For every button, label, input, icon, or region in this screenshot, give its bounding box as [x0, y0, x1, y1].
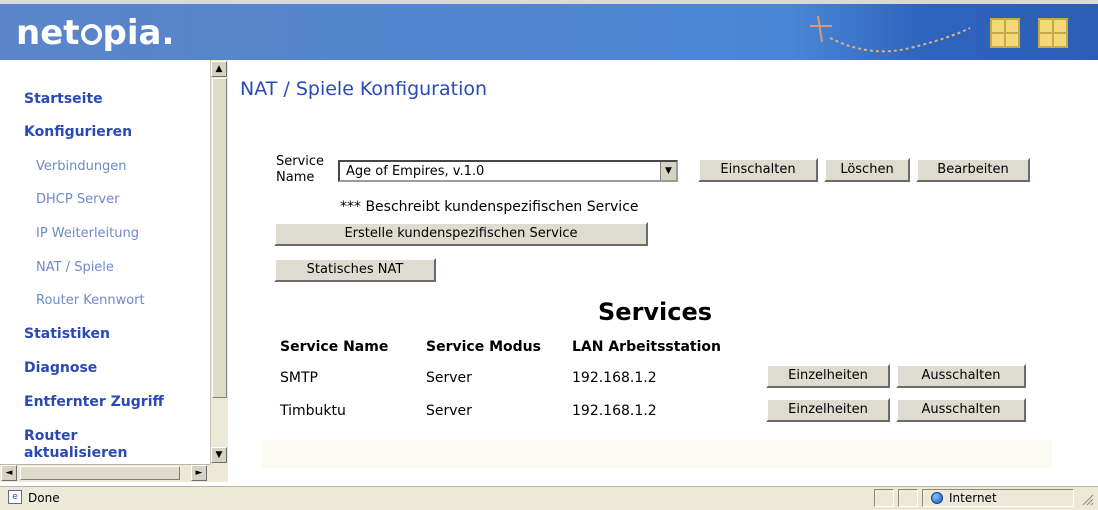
- window-icon: [990, 18, 1020, 48]
- scroll-up-icon[interactable]: ▲: [211, 61, 227, 77]
- scroll-down-icon[interactable]: ▼: [211, 447, 227, 463]
- status-text: Done: [28, 491, 60, 505]
- header-banner: net pia.: [0, 0, 1098, 60]
- sidebar-item-statistiken[interactable]: Statistiken: [24, 326, 110, 342]
- column-header-lan-station: LAN Arbeitsstation: [572, 339, 721, 355]
- lan-station-cell: 192.168.1.2: [572, 370, 657, 386]
- lan-station-cell: 192.168.1.2: [572, 403, 657, 419]
- service-name-select[interactable]: Age of Empires, v.1.0 ▼: [338, 160, 678, 182]
- page-done-icon: e: [8, 490, 22, 504]
- horizontal-scrollbar-thumb[interactable]: [20, 466, 180, 480]
- sidebar-item-startseite[interactable]: Startseite: [24, 91, 103, 107]
- sidebar-item-entfernter-zugriff[interactable]: Entfernter Zugriff: [24, 394, 164, 410]
- service-mode-cell: Server: [426, 403, 472, 419]
- sidebar-item-verbindungen[interactable]: Verbindungen: [36, 159, 127, 174]
- window-icon: [1038, 18, 1068, 48]
- enable-button[interactable]: Einschalten: [698, 158, 818, 182]
- disable-button[interactable]: Ausschalten: [896, 398, 1026, 422]
- status-cell: [874, 489, 894, 507]
- sidebar-item-label: Router: [24, 428, 78, 444]
- sidebar-item-router-aktualisieren[interactable]: Router aktualisieren: [24, 428, 127, 462]
- services-heading: Services: [598, 298, 713, 326]
- sidebar-item-label: aktualisieren: [24, 445, 128, 461]
- create-custom-service-button[interactable]: Erstelle kundenspezifischen Service: [274, 222, 648, 246]
- sidebar-item-nat-spiele[interactable]: NAT / Spiele: [36, 260, 114, 275]
- sidebar-item-diagnose[interactable]: Diagnose: [24, 360, 97, 376]
- page-title: NAT / Spiele Konfiguration: [240, 78, 488, 100]
- sidebar-item-konfigurieren[interactable]: Konfigurieren: [24, 124, 132, 140]
- column-header-service-mode: Service Modus: [426, 339, 541, 355]
- scrollbar-corner: [210, 464, 228, 482]
- sidebar-item-router-kennwort[interactable]: Router Kennwort: [36, 293, 145, 308]
- disable-button[interactable]: Ausschalten: [896, 364, 1026, 388]
- chevron-down-icon[interactable]: ▼: [660, 162, 676, 180]
- service-name-label: Service Name: [276, 154, 325, 185]
- delete-button[interactable]: Löschen: [824, 158, 910, 182]
- resize-grip-icon[interactable]: [1080, 492, 1094, 506]
- status-cell: [898, 489, 918, 507]
- custom-service-note: *** Beschreibt kundenspezifischen Servic…: [340, 199, 639, 215]
- details-button[interactable]: Einzelheiten: [766, 364, 890, 388]
- sidebar-item-ip-weiterleitung[interactable]: IP Weiterleitung: [36, 226, 139, 241]
- netopia-logo: net pia.: [16, 13, 175, 53]
- edit-button[interactable]: Bearbeiten: [916, 158, 1030, 182]
- sidebar-item-dhcp-server[interactable]: DHCP Server: [36, 192, 119, 207]
- scroll-right-icon[interactable]: ►: [191, 465, 207, 481]
- content-footer-band: [262, 440, 1052, 468]
- logo-o-icon: [80, 24, 102, 45]
- static-nat-button[interactable]: Statisches NAT: [274, 258, 436, 282]
- globe-icon: [931, 492, 943, 504]
- service-name-cell: Timbuktu: [280, 403, 346, 419]
- wave-decoration-icon: [829, 27, 971, 53]
- zone-cell: [922, 489, 1074, 507]
- column-header-service-name: Service Name: [280, 339, 389, 355]
- service-name-cell: SMTP: [280, 370, 318, 386]
- details-button[interactable]: Einzelheiten: [766, 398, 890, 422]
- security-zone-label: Internet: [949, 491, 997, 505]
- service-mode-cell: Server: [426, 370, 472, 386]
- vertical-scrollbar-thumb[interactable]: [212, 78, 227, 398]
- scroll-left-icon[interactable]: ◄: [1, 465, 17, 481]
